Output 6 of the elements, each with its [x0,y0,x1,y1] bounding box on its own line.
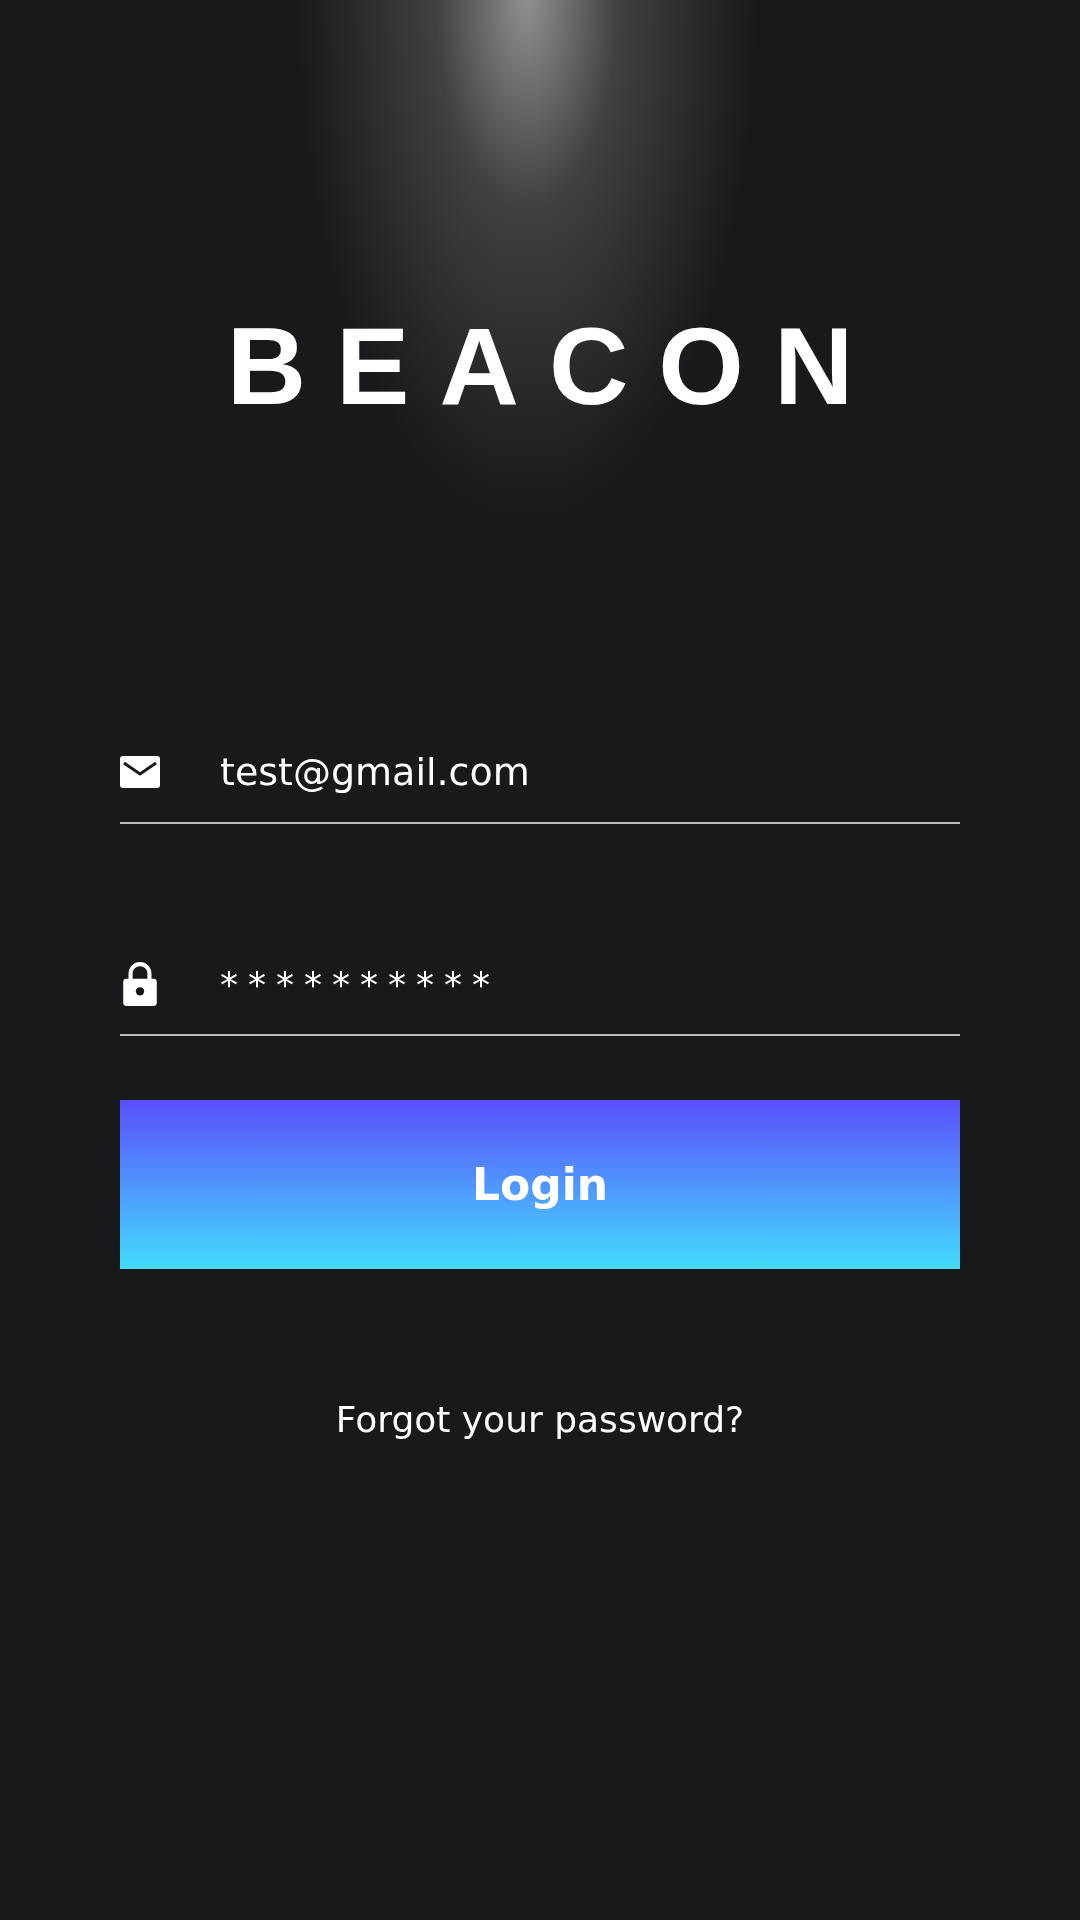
lock-icon [123,962,157,1006]
logo-text: BEACON [225,303,884,429]
email-field[interactable]: test@gmail.com [220,750,960,794]
password-field[interactable]: ********** [220,963,960,1005]
mail-icon [120,756,160,788]
forgot-password-link[interactable]: Forgot your password? [335,1399,745,1440]
